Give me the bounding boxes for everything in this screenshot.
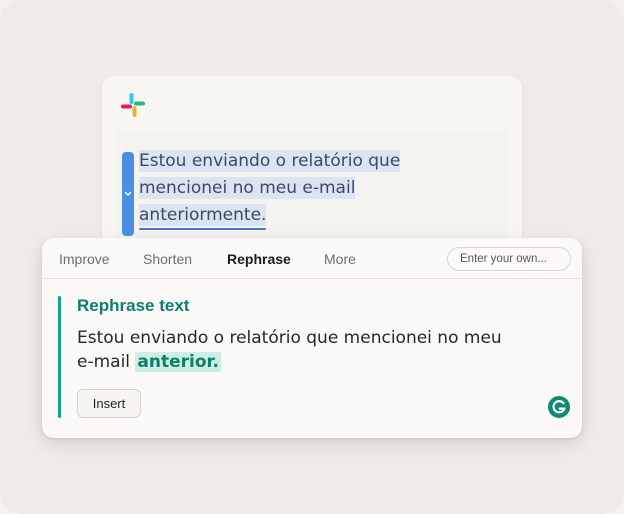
action-tabs: Improve Shorten Rephrase More Enter your…	[42, 238, 582, 279]
grammarly-logo-icon[interactable]	[548, 396, 570, 418]
suggestion-line-1: Estou enviando o relatório que mencionei…	[77, 328, 502, 348]
suggestion-title: Rephrase text	[77, 296, 190, 315]
custom-prompt-input[interactable]: Enter your own...	[447, 247, 571, 271]
tab-shorten[interactable]: Shorten	[143, 251, 192, 267]
slack-logo-icon	[121, 93, 145, 117]
message-text[interactable]: Estou enviando o relatório que mencionei…	[139, 148, 439, 229]
tab-rephrase[interactable]: Rephrase	[227, 251, 291, 267]
selection-handle[interactable]	[122, 152, 134, 236]
suggestion-underline[interactable]	[139, 228, 266, 230]
suggestion-accent-bar	[58, 296, 61, 418]
tab-more[interactable]: More	[324, 251, 356, 267]
message-line: anteriormente.	[139, 204, 267, 226]
message-line: mencionei no meu e-mail	[139, 177, 356, 199]
insert-button[interactable]: Insert	[77, 389, 141, 418]
suggestion-highlight: anterior.	[135, 352, 221, 372]
message-line: Estou enviando o relatório que	[139, 150, 401, 172]
tab-improve[interactable]: Improve	[59, 251, 110, 267]
suggestion-line-2: e-mail	[77, 352, 136, 372]
chevron-down-icon	[124, 191, 132, 196]
grammarly-suggestion-popup: Improve Shorten Rephrase More Enter your…	[42, 238, 582, 438]
suggestion-text: Estou enviando o relatório que mencionei…	[77, 326, 547, 374]
